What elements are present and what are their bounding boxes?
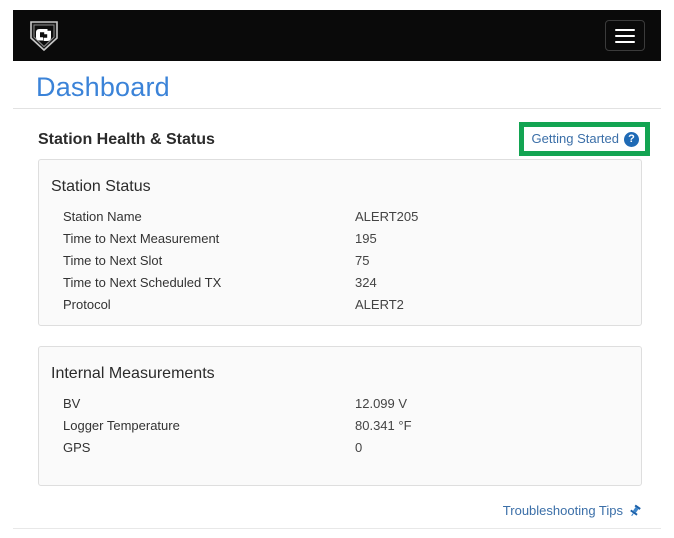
list-item: BV 12.099 V — [39, 393, 641, 415]
row-label: Logger Temperature — [63, 418, 180, 433]
hamburger-menu-icon-line-3 — [615, 40, 635, 43]
list-item: Protocol ALERT2 — [39, 294, 641, 316]
row-value: ALERT2 — [355, 297, 404, 312]
getting-started-label: Getting Started — [531, 131, 619, 146]
hamburger-menu-icon — [615, 28, 635, 31]
row-label: Time to Next Slot — [63, 253, 163, 268]
row-value: 80.341 °F — [355, 418, 412, 433]
list-item: Logger Temperature 80.341 °F — [39, 415, 641, 437]
row-value: 195 — [355, 231, 377, 246]
row-label: BV — [63, 396, 81, 411]
list-item: Station Name ALERT205 — [39, 206, 641, 228]
row-label: Time to Next Scheduled TX — [63, 275, 222, 290]
row-label: Time to Next Measurement — [63, 231, 220, 246]
section-header: Station Health & Status Getting Started … — [38, 122, 650, 156]
pushpin-icon — [630, 504, 641, 517]
hamburger-menu-icon-line-2 — [615, 34, 635, 37]
station-status-panel: Station Status Station Name ALERT205 Tim… — [38, 159, 642, 326]
help-question-icon: ? — [624, 131, 639, 147]
internal-measurements-list: BV 12.099 V Logger Temperature 80.341 °F… — [39, 385, 641, 459]
list-item: GPS 0 — [39, 437, 641, 459]
brand-logo[interactable] — [29, 20, 59, 52]
row-value: 75 — [355, 253, 370, 268]
station-status-list: Station Name ALERT205 Time to Next Measu… — [39, 198, 641, 316]
troubleshooting-tips-label: Troubleshooting Tips — [502, 503, 623, 518]
troubleshooting-tips-link[interactable]: Troubleshooting Tips — [503, 502, 642, 520]
row-label: GPS — [63, 440, 91, 455]
hamburger-menu-button[interactable] — [605, 20, 645, 51]
top-navbar — [13, 10, 661, 61]
title-divider — [13, 108, 661, 109]
section-title: Station Health & Status — [38, 131, 215, 148]
getting-started-button[interactable]: Getting Started ? — [518, 122, 650, 156]
dashboard-page: Dashboard Station Health & Status Gettin… — [0, 0, 674, 538]
panel-title: Station Status — [51, 178, 151, 195]
row-value: 0 — [355, 440, 363, 455]
list-item: Time to Next Slot 75 — [39, 250, 641, 272]
row-label: Protocol — [63, 297, 111, 312]
list-item: Time to Next Measurement 195 — [39, 228, 641, 250]
list-item: Time to Next Scheduled TX 324 — [39, 272, 641, 294]
row-value: 12.099 V — [355, 396, 408, 411]
panel-title: Internal Measurements — [51, 365, 215, 382]
row-value: ALERT205 — [355, 209, 419, 224]
row-label: Station Name — [63, 209, 142, 224]
footer-divider — [13, 528, 661, 529]
page-title: Dashboard — [36, 72, 170, 102]
internal-measurements-panel: Internal Measurements BV 12.099 V Logger… — [38, 346, 642, 486]
campbell-scientific-shield-logo — [30, 20, 58, 51]
row-value: 324 — [355, 275, 377, 290]
